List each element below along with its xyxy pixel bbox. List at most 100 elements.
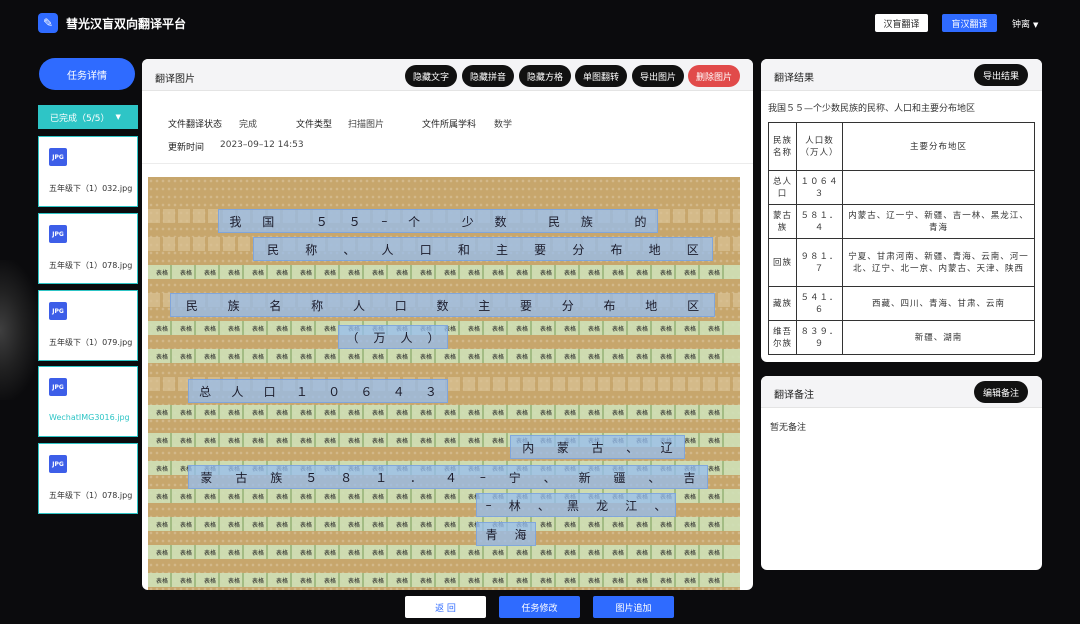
done-filter-dropdown[interactable]: 已完成（5/5） ▼ <box>38 105 138 129</box>
note-panel-header: 翻译备注 编辑备注 <box>761 376 1042 408</box>
grid-tag: 表格 <box>228 354 241 361</box>
grid-tag: 表格 <box>444 410 457 417</box>
file-card[interactable]: JPG 五年级下（1）079.jpg <box>38 290 138 361</box>
grid-tag: 表格 <box>444 522 457 529</box>
user-menu[interactable]: 钟离 ▼ <box>1012 17 1038 30</box>
export-result-button[interactable]: 导出结果 <box>973 64 1028 86</box>
translated-char: 分 <box>561 298 574 313</box>
translated-char: 总 <box>199 384 212 399</box>
grid-tag: 表格 <box>468 410 481 417</box>
translated-char: 民 <box>185 298 198 313</box>
export-image-button[interactable]: 导出图片 <box>632 65 684 87</box>
task-detail-button[interactable]: 任务详情 <box>39 58 135 90</box>
back-button[interactable]: 返 回 <box>405 596 486 618</box>
add-image-button[interactable]: 图片追加 <box>593 596 674 618</box>
braille-to-han-button[interactable]: 盲汉翻译 <box>942 14 997 32</box>
column-header: 主要分布地区 <box>842 122 1035 171</box>
grid-tag: 表格 <box>348 578 361 585</box>
grid-tag: 表格 <box>420 550 433 557</box>
grid-tag: 表格 <box>204 326 217 333</box>
grid-tag: 表格 <box>156 270 169 277</box>
grid-tag: 表格 <box>708 522 721 529</box>
grid-tag: 表格 <box>492 438 505 445</box>
translated-char: 江 <box>625 498 638 513</box>
file-card[interactable]: JPG 五年级下（1）078.jpg <box>38 213 138 284</box>
divider <box>142 163 753 164</box>
translate-panel-header: 翻译图片 隐藏文字 隐藏拼音 隐藏方格 单图翻转 导出图片 删除图片 <box>142 59 753 91</box>
translated-char: 人 <box>231 384 244 399</box>
grid-tag: 表格 <box>420 410 433 417</box>
translated-text-box[interactable]: 蒙 古 族 ５ ８ １ ． ４ – 宁 、 新 疆 、 吉 <box>188 465 708 489</box>
grid-tag: 表格 <box>276 326 289 333</box>
translated-char: 地 <box>645 298 658 313</box>
grid-tag: 表格 <box>324 270 337 277</box>
grid-tag: 表格 <box>588 270 601 277</box>
translated-text-box[interactable]: – 林 、 黑 龙 江 、 <box>476 493 676 517</box>
translated-text-box[interactable]: 我 国 ５ ５ – 个 少 数 民 族 的 <box>218 209 658 233</box>
grid-tag: 表格 <box>564 270 577 277</box>
braille-scan-image[interactable]: 表格 表格 表格 表格 表格 表格 表格 表格 表格 表格 表格 表格 表格 表格 表格 表格 表格 表格 表格 表格… <box>148 177 740 590</box>
translated-char: – <box>381 214 388 228</box>
translated-char: 龙 <box>596 498 609 513</box>
translated-char: ４ <box>392 384 405 399</box>
translated-char: 区 <box>686 242 699 257</box>
note-content: 暂无备注 <box>770 423 807 433</box>
table-header-row: 民族名称 人口数（万人） 主要分布地区 <box>768 122 1035 171</box>
grid-tag: 表格 <box>228 270 241 277</box>
translated-char: 口 <box>419 242 432 257</box>
translated-char: 布 <box>610 242 623 257</box>
translated-char: 海 <box>514 527 527 542</box>
file-card[interactable]: JPG 五年级下（1）078.jpg <box>38 443 138 514</box>
grid-tag: 表格 <box>492 270 505 277</box>
grid-tag: 表格 <box>228 410 241 417</box>
grid-tag: 表格 <box>612 354 625 361</box>
file-name: 五年级下（1）078.jpg <box>49 261 133 270</box>
grid-tag: 表格 <box>684 410 697 417</box>
status-value: 完成 <box>239 120 258 130</box>
grid-tag: 表格 <box>708 438 721 445</box>
table-row: 蒙古族 ５８１．４ 内蒙古、辽一宁、新疆、吉一林、黑龙江、青海 <box>768 204 1035 239</box>
han-to-braille-button[interactable]: 汉盲翻译 <box>875 14 928 32</box>
translated-char: 蒙 <box>556 440 569 455</box>
translated-text-box[interactable]: 总 人 口 １ ０ ６ ４ ３ <box>188 379 448 403</box>
file-name: 五年级下（1）078.jpg <box>49 491 133 500</box>
jpg-file-icon: JPG <box>49 225 67 243</box>
hide-pinyin-button[interactable]: 隐藏拼音 <box>462 65 514 87</box>
hide-text-button[interactable]: 隐藏文字 <box>405 65 457 87</box>
translated-text-box[interactable]: （ 万人 ） <box>338 325 448 349</box>
grid-tag: 表格 <box>396 438 409 445</box>
grid-tag: 表格 <box>156 354 169 361</box>
grid-tag: 表格 <box>180 550 193 557</box>
feather-icon: ✎ <box>38 13 58 33</box>
translated-char: ５ <box>305 470 318 485</box>
grid-tag: 表格 <box>252 550 265 557</box>
translated-text-box[interactable]: 民 称 、 人 口 和 主 要 分 布 地 区 <box>253 237 713 261</box>
grid-tag: 表格 <box>348 550 361 557</box>
grid-tag: 表格 <box>516 410 529 417</box>
translated-text-box[interactable]: 民族名称人口数主要分布地区 <box>170 293 715 317</box>
grid-tag: 表格 <box>204 578 217 585</box>
delete-image-button[interactable]: 删除图片 <box>688 65 740 87</box>
hide-grid-button[interactable]: 隐藏方格 <box>519 65 571 87</box>
grid-tag: 表格 <box>204 550 217 557</box>
grid-tag: 表格 <box>204 410 217 417</box>
grid-tag: 表格 <box>372 354 385 361</box>
translated-char: ３ <box>424 384 437 399</box>
table-cell: 总人口 <box>768 170 797 205</box>
translated-text-box[interactable]: 内 蒙 古 、 辽 <box>510 435 685 459</box>
grid-tag: 表格 <box>300 354 313 361</box>
translated-text-box[interactable]: 青海 <box>476 522 536 546</box>
grid-tag: 表格 <box>708 550 721 557</box>
file-card[interactable]: JPG 五年级下（1）032.jpg <box>38 136 138 207</box>
grid-tag: 表格 <box>468 550 481 557</box>
table-cell: ５８１．４ <box>796 204 843 239</box>
edit-task-button[interactable]: 任务修改 <box>499 596 580 618</box>
file-card-active[interactable]: JPG WechatIMG3016.jpg <box>38 366 138 437</box>
edit-note-button[interactable]: 编辑备注 <box>973 381 1028 403</box>
grid-tag: 表格 <box>324 494 337 501</box>
single-flip-button[interactable]: 单图翻转 <box>575 65 627 87</box>
translated-char: 古 <box>235 470 248 485</box>
jpg-file-icon: JPG <box>49 302 67 320</box>
grid-tag: 表格 <box>660 550 673 557</box>
grid-tag: 表格 <box>684 354 697 361</box>
